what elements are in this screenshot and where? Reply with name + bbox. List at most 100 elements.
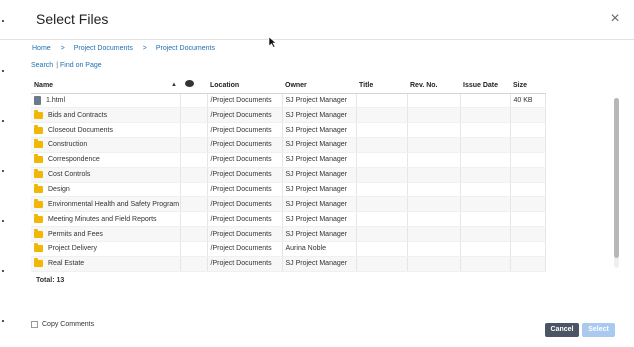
folder-icon (34, 109, 43, 119)
folder-icon (34, 124, 43, 134)
find-on-page-link[interactable]: Find on Page (60, 62, 102, 69)
cell-issue-date (460, 182, 511, 198)
breadcrumb-project-documents-current[interactable]: Project Documents (156, 45, 215, 52)
table-header-row: Name Location Owner Title Rev. No. Issue… (31, 79, 545, 94)
table-row[interactable]: Cost Controls/Project Documents SJ Projec… (31, 167, 546, 183)
column-header-issue-date[interactable]: Issue Date (460, 79, 510, 94)
cell-comments (180, 211, 208, 228)
column-header-name[interactable]: Name (31, 79, 180, 94)
breadcrumb: Home > Project Documents > Project Docum… (32, 45, 215, 52)
table-row[interactable]: Closeout Documents/Project Documents SJ P… (31, 122, 546, 139)
cell-owner: SJ Project Manager (282, 182, 357, 198)
row-name-label[interactable]: Design (48, 186, 70, 193)
cell-comments (180, 167, 208, 183)
folder-icon (34, 139, 43, 149)
cell-title (356, 167, 408, 183)
table-row[interactable]: Environmental Health and Safety Program /… (31, 196, 546, 213)
cell-location: /Project Documents (207, 256, 283, 272)
row-name-label[interactable]: Meeting Minutes and Field Reports (48, 216, 157, 223)
table-row[interactable]: Construction/Project Documents SJ Project… (31, 137, 546, 153)
row-name-label[interactable]: Real Estate (48, 260, 84, 267)
cancel-button[interactable]: Cancel (545, 323, 579, 337)
cell-name: Permits and Fees (31, 226, 181, 242)
row-name-label[interactable]: Cost Controls (48, 171, 90, 178)
cell-name: Bids and Contracts (31, 107, 181, 124)
cell-rev (407, 226, 461, 242)
cell-rev (407, 152, 461, 168)
cell-location: /Project Documents (207, 122, 283, 139)
cell-owner: SJ Project Manager (282, 93, 357, 109)
cell-location: /Project Documents (207, 182, 283, 198)
file-icon (34, 95, 41, 105)
sort-ascending-icon[interactable]: ▲ (171, 82, 177, 88)
link-divider: | (56, 62, 59, 69)
cell-name: 1.html (31, 93, 181, 109)
copy-comments-option[interactable]: Copy Comments (31, 321, 94, 328)
select-files-dialog: Select Files × Home > Project Documents … (0, 0, 634, 347)
table-row[interactable]: Correspondence/Project Documents SJ Proje… (31, 152, 546, 168)
search-link[interactable]: Search (31, 62, 53, 69)
cell-owner: SJ Project Manager (282, 137, 357, 153)
scrollbar-thumb[interactable] (614, 98, 619, 258)
cell-title (356, 93, 408, 109)
cell-name: Project Delivery (31, 241, 181, 257)
breadcrumb-home[interactable]: Home (32, 45, 51, 52)
row-name-label[interactable]: Project Delivery (48, 245, 97, 252)
files-table: Name Location Owner Title Rev. No. Issue… (31, 79, 546, 272)
table-row[interactable]: Real Estate/Project Documents SJ Project … (31, 256, 546, 272)
cell-issue-date (460, 93, 511, 109)
dialog-title: Select Files (36, 11, 109, 27)
copy-comments-checkbox[interactable] (31, 321, 38, 328)
row-name-label[interactable]: 1.html (46, 97, 65, 104)
cell-rev (407, 196, 461, 213)
column-header-rev-no[interactable]: Rev. No. (407, 79, 460, 94)
cell-owner: SJ Project Manager (282, 256, 357, 272)
row-name-label[interactable]: Permits and Fees (48, 231, 103, 238)
cell-size (510, 167, 546, 183)
cell-size (510, 256, 546, 272)
cell-name: Real Estate (31, 256, 181, 272)
cell-size (510, 211, 546, 228)
column-header-size[interactable]: Size (510, 79, 545, 94)
cell-issue-date (460, 226, 511, 242)
cell-location: /Project Documents (207, 93, 283, 109)
cell-size (510, 152, 546, 168)
breadcrumb-project-documents[interactable]: Project Documents (74, 45, 133, 52)
cell-issue-date (460, 152, 511, 168)
cell-size (510, 137, 546, 153)
cell-comments (180, 137, 208, 153)
cell-name: Meeting Minutes and Field Reports (31, 211, 181, 228)
table-row[interactable]: 1.html/Project Documents SJ Project Manag… (31, 93, 546, 109)
cell-title (356, 182, 408, 198)
row-name-label[interactable]: Environmental Health and Safety Program (48, 201, 179, 208)
column-header-title[interactable]: Title (356, 79, 407, 94)
row-name-label[interactable]: Closeout Documents (48, 127, 113, 134)
table-scrollbar[interactable] (614, 98, 619, 268)
cell-size (510, 122, 546, 139)
row-name-label[interactable]: Construction (48, 141, 87, 148)
select-button[interactable]: Select (582, 323, 615, 337)
column-header-owner[interactable]: Owner (282, 79, 356, 94)
column-header-location[interactable]: Location (207, 79, 282, 94)
table-row[interactable]: Bids and Contracts/Project Documents SJ P… (31, 107, 546, 124)
row-name-label[interactable]: Bids and Contracts (48, 112, 107, 119)
cell-rev (407, 122, 461, 139)
cell-comments (180, 152, 208, 168)
table-row[interactable]: Design/Project Documents SJ Project Manag… (31, 182, 546, 198)
mouse-cursor-icon (268, 36, 277, 48)
folder-icon (34, 154, 43, 164)
files-table-container: ▲ Name Location Owner Title Rev. No. Iss… (31, 79, 618, 272)
cell-comments (180, 196, 208, 213)
window-edge (0, 0, 6, 347)
cell-comments (180, 122, 208, 139)
table-row[interactable]: Meeting Minutes and Field Reports/Projec… (31, 211, 546, 228)
cell-size (510, 226, 546, 242)
table-row[interactable]: Permits and Fees/Project Documents SJ Pro… (31, 226, 546, 242)
cell-title (356, 211, 408, 228)
row-name-label[interactable]: Correspondence (48, 156, 100, 163)
cell-title (356, 241, 408, 257)
close-icon[interactable]: × (608, 11, 622, 27)
cell-size (510, 241, 546, 257)
table-row[interactable]: Project Delivery/Project Documents Aurina… (31, 241, 546, 257)
cell-rev (407, 93, 461, 109)
